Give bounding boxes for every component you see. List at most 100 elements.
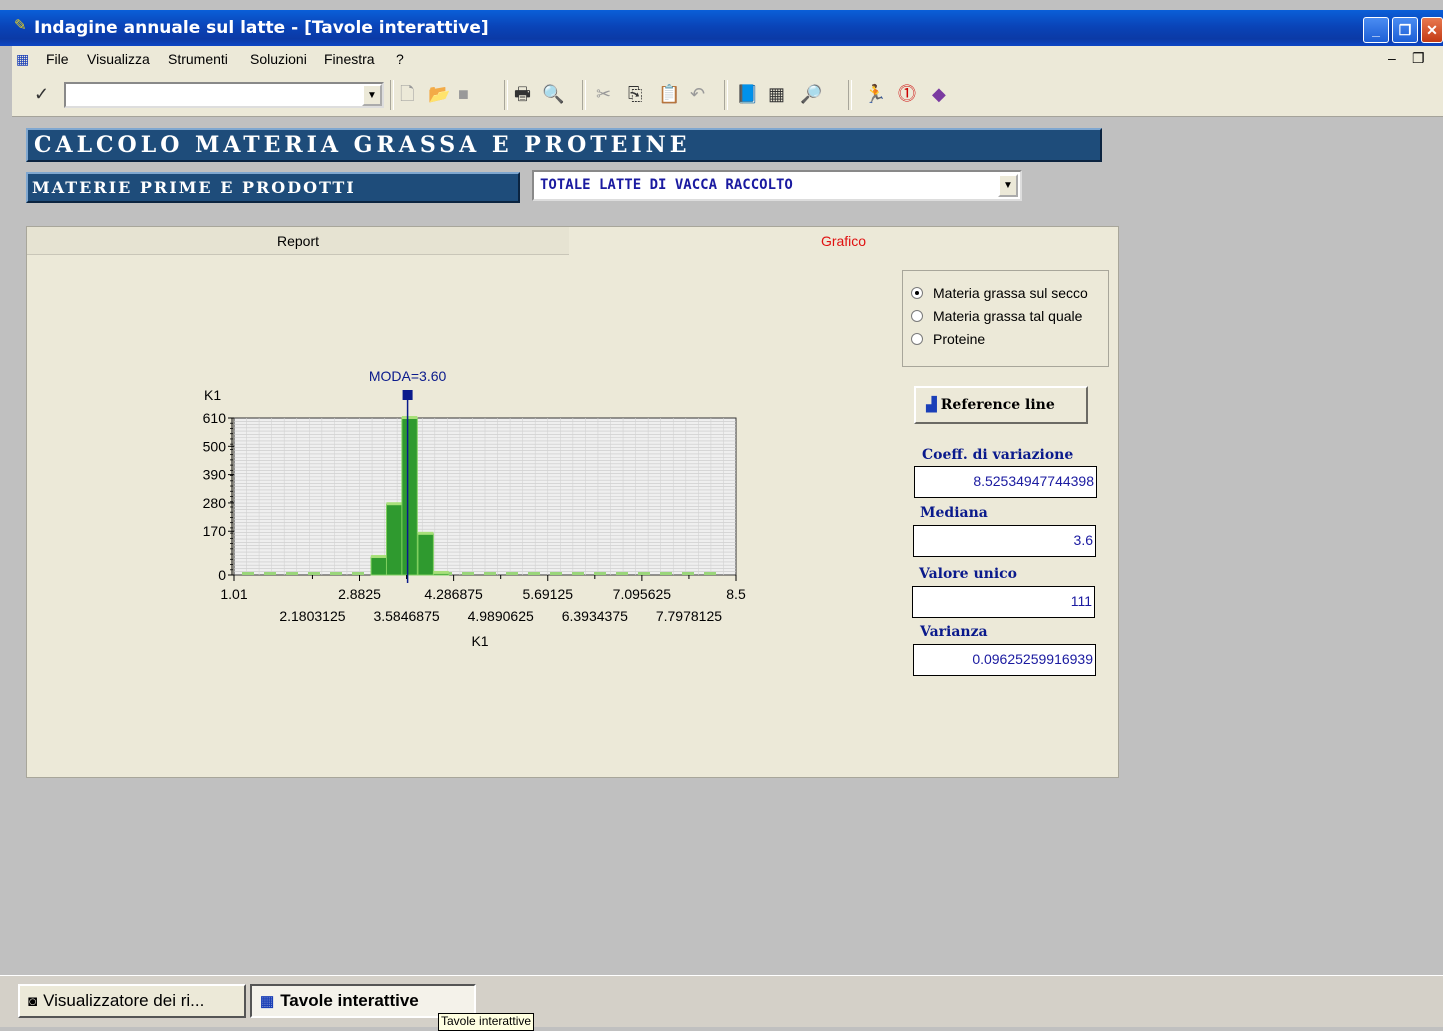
baseline-mark [330,572,342,575]
y-tick-label: 610 [203,410,227,426]
x-tick-label: 7.7978125 [656,608,722,624]
radio-label: Materia grassa sul secco [933,285,1088,301]
x-tick-label: 5.69125 [522,586,573,602]
menu-visualizza[interactable]: Visualizza [87,51,150,67]
page-title: CALCOLO MATERIA GRASSA E PROTEINE [26,128,1102,162]
new-icon[interactable]: 🗋 [400,84,414,104]
x-tick-label: 4.286875 [424,586,483,602]
radio-materia-grassa-tal-quale[interactable]: Materia grassa tal quale [911,306,1082,326]
radio-label: Materia grassa tal quale [933,308,1083,324]
radio-proteine[interactable]: Proteine [911,329,985,349]
mdi-child-icon[interactable]: ▦ [16,51,29,68]
help-icon[interactable]: ◆ [932,84,946,104]
histogram-bar [401,417,418,576]
varianza-value: 0.09625259916939 [913,644,1096,676]
baseline-mark [616,572,628,575]
y-tick-label: 280 [203,495,227,511]
toolbar-combo[interactable]: ▼ [64,82,384,108]
book-icon[interactable]: 📘 [736,84,758,104]
y-tick-label: 170 [203,523,227,539]
baseline-mark [638,572,650,575]
y-tick-label: 390 [203,467,227,483]
paste-icon[interactable]: 📋 [658,84,680,104]
chevron-down-icon[interactable]: ▼ [998,174,1018,197]
baseline-mark [352,572,364,575]
open-icon[interactable]: 📂 [428,84,450,104]
radio-button[interactable] [911,333,923,345]
toolbar-separator [848,80,852,110]
menu-bar: ▦ File Visualizza Strumenti Soluzioni Fi… [12,46,1443,75]
tab-grafico[interactable]: Grafico [569,227,1118,255]
close-button[interactable]: ✕ [1421,17,1443,43]
save-icon[interactable]: ■ [458,84,469,104]
run-icon[interactable]: 🏃 [864,84,886,104]
moda-label: MODA=3.60 [369,368,447,384]
valore-unico-value: 111 [912,586,1095,618]
y-axis-title: K1 [204,387,221,403]
chevron-down-icon[interactable]: ▼ [362,84,382,106]
check-icon[interactable]: ✓ [34,84,49,104]
taskbar-item-visualizzatore[interactable]: ◙ Visualizzatore dei ri... [18,984,246,1018]
info-icon[interactable]: ⓵ [898,84,916,104]
copy-icon[interactable]: ⎘ [628,84,642,104]
baseline-mark [286,572,298,575]
print-preview-icon[interactable]: 🔍 [542,84,564,104]
baseline-mark [528,572,540,575]
x-axis-title: K1 [471,633,488,649]
menu-help[interactable]: ? [396,51,404,67]
coeff-variazione-label: Coeff. di variazione [922,447,1074,463]
table-icon[interactable]: ▦ [768,84,785,104]
baseline-mark [484,572,496,575]
toolbar-separator [504,80,508,110]
toolbar-separator [582,80,586,110]
menu-finestra[interactable]: Finestra [324,51,375,67]
bar-top-highlight [433,570,449,574]
tab-report[interactable]: Report [27,227,569,255]
bar-top-highlight [371,554,387,558]
radio-label: Proteine [933,331,986,347]
bar-top-highlight [417,531,434,535]
minimize-button[interactable]: _ [1363,17,1389,43]
window-title: Indagine annuale sul latte - [Tavole int… [34,18,489,38]
menu-soluzioni[interactable]: Soluzioni [250,51,307,67]
print-icon[interactable]: 🖶 [514,84,531,104]
histogram-bar [385,503,403,576]
app-icon: ✎ [14,17,27,34]
histogram-bar [370,556,387,576]
radio-materia-grassa-secco[interactable]: Materia grassa sul secco [911,283,1088,303]
section-subtitle: MATERIE PRIME E PRODOTTI [26,172,520,203]
histogram-bar [417,533,434,576]
x-tick-label: 7.095625 [613,586,672,602]
undo-icon[interactable]: ↶ [690,84,705,104]
x-tick-label: 1.01 [220,586,247,602]
mediana-label: Mediana [920,505,988,521]
coeff-variazione-value: 8.52534947744398 [914,466,1097,498]
task-label: Tavole interattive [280,991,419,1010]
moda-marker [402,390,413,400]
radio-button[interactable] [911,310,923,322]
menu-strumenti[interactable]: Strumenti [168,51,228,67]
radio-button-checked[interactable] [911,287,923,299]
mdi-minimize-icon[interactable]: – [1388,50,1396,66]
baseline-mark [462,572,474,575]
reference-line-button[interactable]: ▟ Reference line [914,386,1088,424]
find-icon[interactable]: 🔎 [800,84,822,104]
baseline-mark [550,572,562,575]
product-select[interactable]: TOTALE LATTE DI VACCA RACCOLTO ▼ [532,170,1022,201]
baseline-mark [572,572,584,575]
restore-button[interactable]: ❐ [1392,17,1418,43]
baseline-mark [506,572,518,575]
bar-top-highlight [401,416,418,419]
taskbar: ◙ Visualizzatore dei ri... ▦ Tavole inte… [0,975,1443,1027]
x-tick-label: 3.5846875 [373,608,439,624]
cut-icon[interactable]: ✂ [596,84,611,104]
baseline-mark [682,572,694,575]
baseline-mark [660,572,672,575]
baseline-mark [242,572,254,575]
mdi-restore-icon[interactable]: ❐ [1412,50,1425,67]
x-tick-label: 2.1803125 [279,608,345,624]
toolbar: ✓ ▼ 🗋 📂 ■ 🖶 🔍 ✂ ⎘ 📋 ↶ 📘 ▦ 🔎 🏃 ⓵ ◆ [12,74,1443,117]
x-tick-label: 8.5 [726,586,746,602]
tooltip: Tavole interattive [438,1013,535,1031]
menu-file[interactable]: File [46,51,69,67]
